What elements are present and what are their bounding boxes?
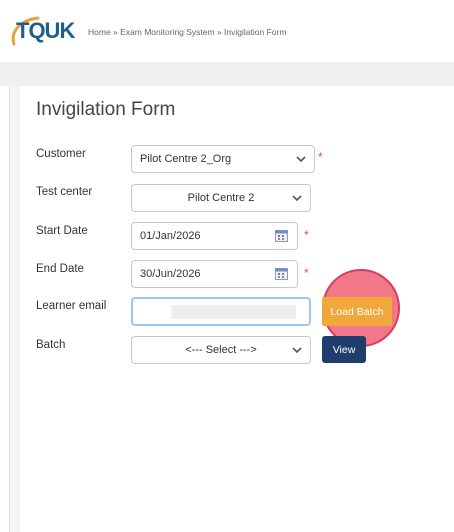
test-center-select-value: Pilot Centre 2: [187, 192, 255, 204]
customer-select[interactable]: Pilot Centre 2_Org: [131, 145, 315, 173]
end-date-input[interactable]: 30/Jun/2026: [131, 260, 298, 288]
logo-text: TQUK: [16, 18, 75, 43]
chevron-down-icon: [292, 347, 302, 354]
breadcrumb[interactable]: Home » Exam Monitoring System » Invigila…: [88, 27, 286, 37]
customer-select-value: Pilot Centre 2_Org: [140, 153, 232, 165]
learner-email-field[interactable]: [131, 297, 311, 326]
calendar-icon[interactable]: [275, 267, 288, 280]
test-center-select[interactable]: Pilot Centre 2: [131, 184, 311, 212]
customer-label: Customer: [36, 148, 86, 160]
learner-email-label: Learner email: [36, 300, 107, 312]
batch-select-value: <--- Select --->: [185, 344, 257, 356]
test-center-label: Test center: [36, 186, 93, 198]
redacted-email: [171, 305, 296, 319]
start-date-label: Start Date: [36, 225, 88, 237]
batch-select[interactable]: <--- Select --->: [131, 336, 311, 364]
required-marker: *: [318, 150, 323, 164]
end-date-value: 30/Jun/2026: [140, 268, 201, 280]
end-date-label: End Date: [36, 263, 84, 275]
required-marker: *: [304, 266, 309, 280]
page-title: Invigilation Form: [36, 99, 176, 120]
view-button[interactable]: View: [322, 336, 366, 363]
chevron-down-icon: [292, 195, 302, 202]
header-band: [0, 62, 454, 86]
start-date-input[interactable]: 01/Jan/2026: [131, 222, 298, 250]
start-date-value: 01/Jan/2026: [140, 230, 201, 242]
required-marker: *: [304, 228, 309, 242]
calendar-icon[interactable]: [275, 229, 288, 242]
chevron-down-icon: [296, 156, 306, 163]
site-header: TQUK Home » Exam Monitoring System » Inv…: [0, 0, 454, 62]
tquk-logo[interactable]: TQUK: [8, 14, 75, 54]
load-batch-button[interactable]: Load Batch: [322, 297, 392, 326]
batch-label: Batch: [36, 339, 66, 351]
